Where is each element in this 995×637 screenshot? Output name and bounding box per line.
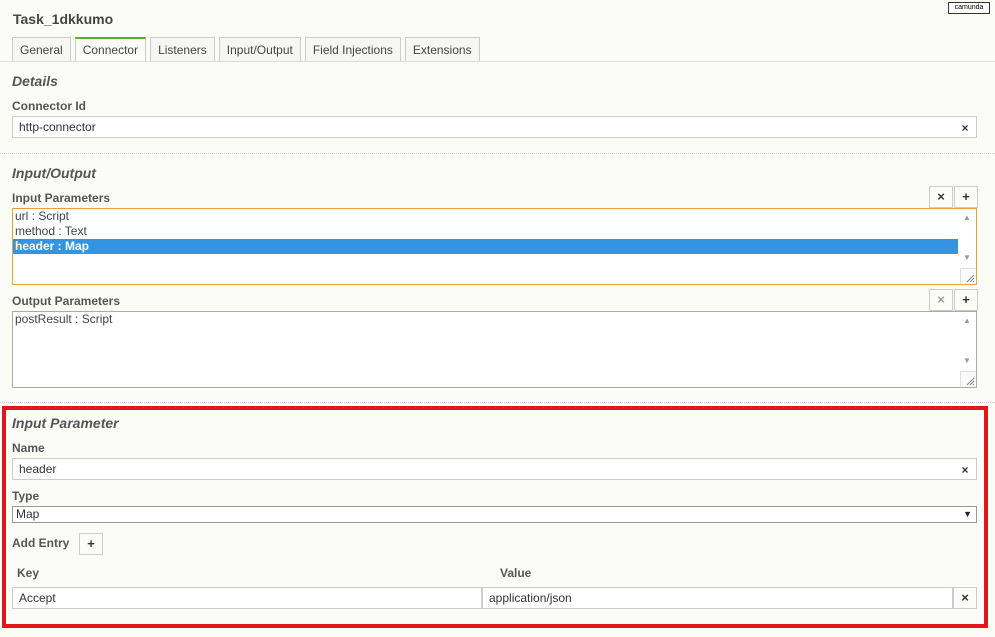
tab-divider — [0, 61, 995, 62]
remove-input-parameter-button[interactable]: × — [929, 186, 953, 208]
list-item[interactable]: postResult : Script — [13, 312, 958, 327]
scroll-up-icon[interactable]: ▲ — [961, 316, 973, 325]
tab-bar: General Connector Listeners Input/Output… — [12, 37, 484, 62]
name-label: Name — [12, 441, 45, 455]
tab-input-output[interactable]: Input/Output — [218, 37, 301, 62]
camunda-logo-icon: camunda — [948, 2, 990, 14]
output-parameters-label: Output Parameters — [12, 294, 121, 308]
add-entry-label: Add Entry — [12, 536, 70, 550]
scroll-down-icon[interactable]: ▼ — [961, 356, 973, 365]
type-select[interactable]: Map ▼ — [12, 506, 977, 523]
type-label: Type — [12, 489, 40, 503]
scroll-down-icon[interactable]: ▼ — [961, 253, 973, 262]
remove-entry-button[interactable]: × — [953, 587, 977, 609]
resize-handle-icon[interactable] — [960, 268, 976, 284]
input-parameters-list[interactable]: url : Script method : Text header : Map … — [12, 208, 977, 285]
add-entry-button[interactable]: + — [79, 533, 103, 555]
entry-key-input[interactable]: Accept — [12, 587, 482, 609]
tab-extensions[interactable]: Extensions — [404, 37, 480, 62]
add-input-parameter-button[interactable]: + — [954, 186, 978, 208]
list-item[interactable]: method : Text — [13, 224, 958, 239]
add-output-parameter-button[interactable]: + — [954, 289, 978, 311]
clear-connector-id-button[interactable]: × — [958, 121, 972, 135]
io-section-title: Input/Output — [12, 165, 96, 181]
key-column-header: Key — [17, 566, 40, 580]
type-selected-value: Map — [16, 507, 40, 521]
tab-general[interactable]: General — [12, 37, 71, 62]
remove-output-parameter-button[interactable]: × — [929, 289, 953, 311]
section-divider — [0, 402, 995, 403]
tab-field-injections[interactable]: Field Injections — [304, 37, 401, 62]
output-parameters-list[interactable]: postResult : Script ▲ ▼ — [12, 311, 977, 388]
name-value: header — [19, 462, 57, 476]
entry-value-input[interactable]: application/json — [482, 587, 953, 609]
tab-connector[interactable]: Connector — [74, 37, 147, 62]
tab-listeners[interactable]: Listeners — [150, 37, 215, 62]
window-title: Task_1dkkumo — [13, 11, 114, 27]
section-divider — [0, 153, 995, 154]
clear-name-button[interactable]: × — [958, 463, 972, 477]
chevron-down-icon: ▼ — [963, 509, 972, 519]
resize-handle-icon[interactable] — [960, 371, 976, 387]
entry-value-value: application/json — [489, 591, 572, 605]
name-input[interactable]: header — [12, 458, 977, 480]
input-parameters-label: Input Parameters — [12, 191, 111, 205]
connector-id-value: http-connector — [19, 120, 96, 134]
details-section-title: Details — [12, 73, 58, 89]
value-column-header: Value — [500, 566, 532, 580]
list-item[interactable]: url : Script — [13, 209, 958, 224]
scroll-up-icon[interactable]: ▲ — [961, 213, 973, 222]
connector-id-label: Connector Id — [12, 99, 86, 113]
connector-id-input[interactable]: http-connector — [12, 116, 977, 138]
entry-key-value: Accept — [19, 591, 56, 605]
list-item-selected[interactable]: header : Map — [13, 239, 958, 254]
input-parameter-section-title: Input Parameter — [12, 415, 119, 431]
